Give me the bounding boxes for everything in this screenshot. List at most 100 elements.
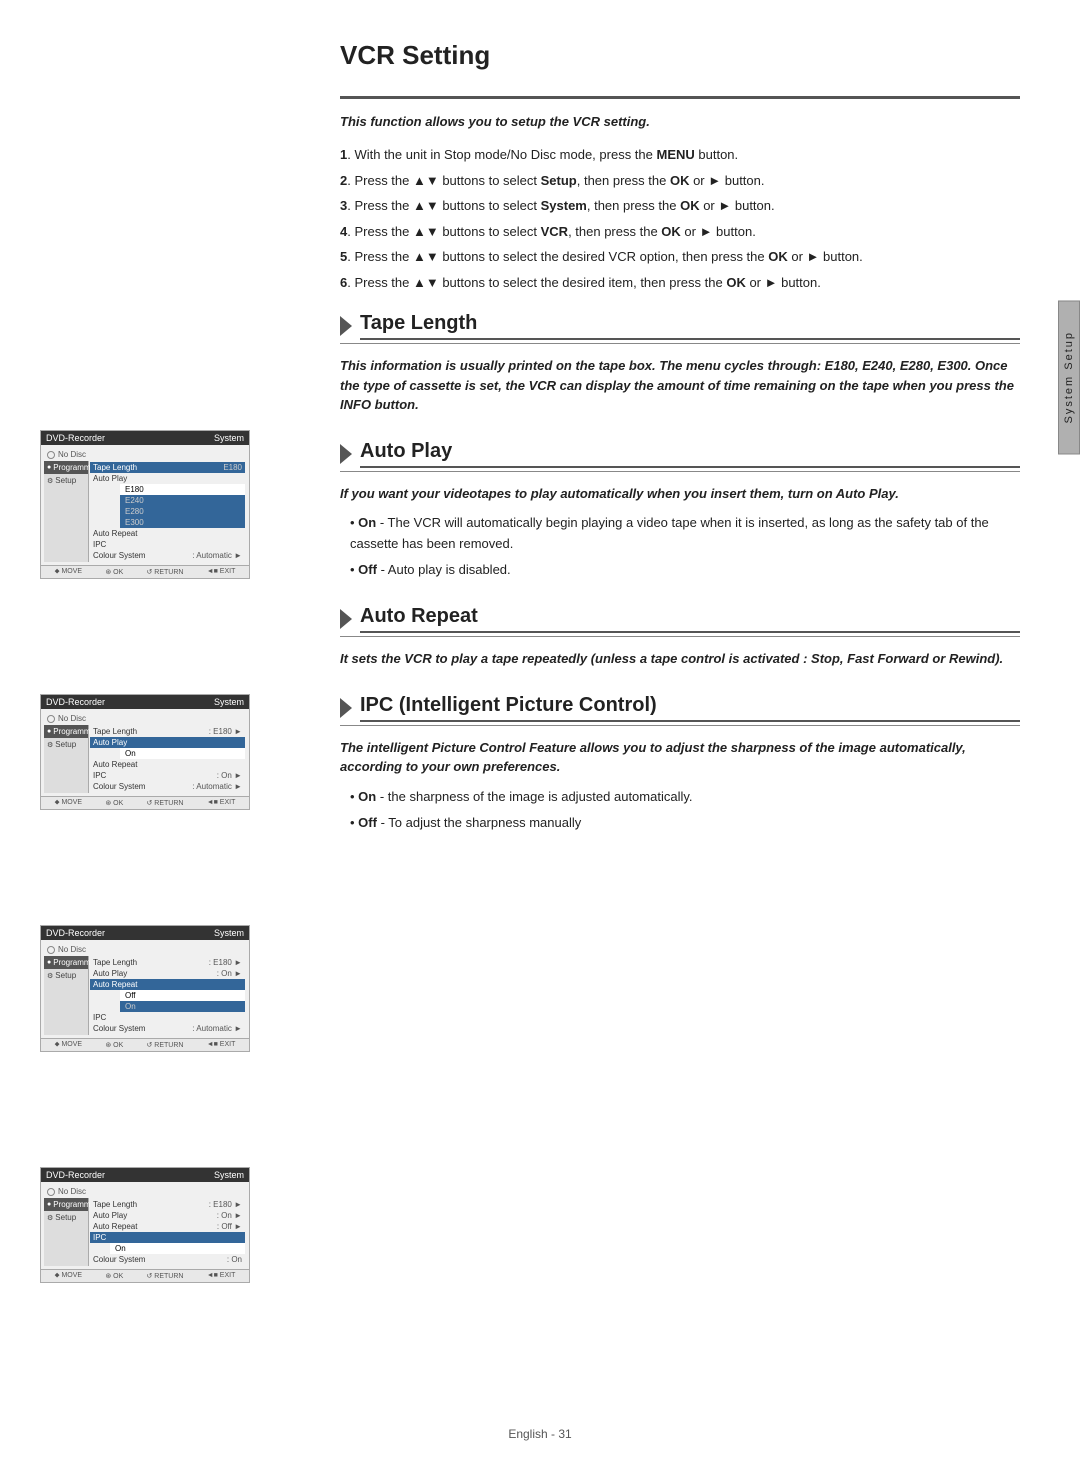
- sidebar-setup: ⚙ Setup: [44, 1211, 88, 1224]
- auto-repeat-section: Auto Repeat It sets the VCR to play a ta…: [340, 605, 1020, 669]
- row-auto-play: Auto Play : On ►: [90, 1210, 245, 1221]
- side-tab-label: System Setup: [1063, 331, 1075, 423]
- header-left: DVD-Recorder: [46, 433, 105, 443]
- menu-body: No Disc ● Programm ⚙ Setup: [41, 1182, 249, 1269]
- footer-move: ⬥ MOVE: [55, 568, 82, 576]
- sidebar-programme: ● Programm: [44, 956, 88, 969]
- disc-icon: [47, 1188, 55, 1196]
- setup-label: Setup: [55, 476, 76, 485]
- sidebar-setup: ⚙ Setup: [44, 474, 88, 487]
- disc-label: No Disc: [58, 450, 86, 459]
- right-column: VCR Setting This function allows you to …: [310, 0, 1080, 1461]
- menu-body: No Disc ● Programm ⚙ Setup: [41, 940, 249, 1038]
- footer-move: ⬥ MOVE: [55, 1041, 82, 1049]
- menu-footer: ⬥ MOVE ⊛ OK ↺ RETURN ◄■ EXIT: [41, 565, 249, 578]
- page-footer: English - 31: [0, 1427, 1080, 1441]
- menu-body: No Disc ● Programm ⚙ Setup: [41, 445, 249, 565]
- setup-label: Setup: [55, 740, 76, 749]
- step-6: 6. Press the ▲▼ buttons to select the de…: [340, 273, 1020, 293]
- menu-footer: ⬥ MOVE ⊛ OK ↺ RETURN ◄■ EXIT: [41, 1269, 249, 1282]
- left-column: DVD-Recorder System No Disc ● Programm: [0, 0, 310, 1461]
- menu-sidebar: ● Programm ⚙ Setup: [44, 461, 89, 562]
- tape-length-arrow: [340, 316, 352, 336]
- row-auto-play: Auto Play: [90, 737, 245, 748]
- sidebar-setup: ⚙ Setup: [44, 738, 88, 751]
- row-tape-length: Tape Length : E180 ►: [90, 957, 245, 968]
- menu-rows: ● Programm ⚙ Setup Tape Length : E180 ►: [44, 956, 246, 1035]
- disc-status: No Disc: [44, 448, 246, 461]
- title-rule: [340, 96, 1020, 99]
- disc-label: No Disc: [58, 945, 86, 954]
- footer-return: ↺ RETURN: [146, 568, 183, 576]
- sidebar-programme: ● Programm: [44, 461, 88, 474]
- footer-return: ↺ RETURN: [146, 1272, 183, 1280]
- footer-ok: ⊛ OK: [105, 1272, 123, 1280]
- disc-icon: [47, 451, 55, 459]
- footer-ok: ⊛ OK: [105, 568, 123, 576]
- steps-list: 1. With the unit in Stop mode/No Disc mo…: [340, 145, 1020, 292]
- auto-play-section: Auto Play If you want your videotapes to…: [340, 440, 1020, 581]
- step-4: 4. Press the ▲▼ buttons to select VCR, t…: [340, 222, 1020, 242]
- ipc-section: IPC (Intelligent Picture Control) The in…: [340, 694, 1020, 834]
- ipc-title: IPC (Intelligent Picture Control): [360, 694, 1020, 722]
- row-auto-play: Auto Play : On ►: [90, 968, 245, 979]
- menu-sidebar: ● Programm ⚙ Setup: [44, 1198, 89, 1266]
- programme-icon: ●: [47, 728, 51, 735]
- row-auto-repeat: Auto Repeat : Off ►: [90, 1221, 245, 1232]
- programme-label: Programm: [53, 463, 90, 472]
- menu-rows: ● Programm ⚙ Setup Tape Length E180: [44, 461, 246, 562]
- sidebar-programme: ● Programm: [44, 1198, 88, 1211]
- footer-exit: ◄■ EXIT: [207, 799, 236, 807]
- tape-length-section: Tape Length This information is usually …: [340, 312, 1020, 415]
- row-colour-system: Colour System : Automatic ►: [90, 550, 245, 561]
- auto-repeat-header: Auto Repeat: [340, 605, 1020, 637]
- header-right: System: [214, 928, 244, 938]
- tape-length-title: Tape Length: [360, 312, 1020, 340]
- row-colour-system: Colour System : Automatic ►: [90, 781, 245, 792]
- auto-repeat-menu: DVD-Recorder System No Disc ● Programm: [40, 925, 250, 1052]
- footer-move: ⬥ MOVE: [55, 799, 82, 807]
- ipc-intro: The intelligent Picture Control Feature …: [340, 738, 1020, 777]
- intro-text: This function allows you to setup the VC…: [340, 114, 1020, 129]
- ipc-off: • Off - To adjust the sharpness manually: [340, 813, 1020, 834]
- disc-status: No Disc: [44, 943, 246, 956]
- programme-icon: ●: [47, 959, 51, 966]
- programme-icon: ●: [47, 464, 51, 471]
- menu-content: Tape Length : E180 ► Auto Play : On ► Au…: [89, 1198, 246, 1266]
- footer-text: English - 31: [508, 1427, 571, 1441]
- tape-length-header: Tape Length: [340, 312, 1020, 344]
- ipc-content: • On - the sharpness of the image is adj…: [340, 787, 1020, 834]
- row-tape-length: Tape Length : E180 ►: [90, 726, 245, 737]
- footer-ok: ⊛ OK: [105, 1041, 123, 1049]
- tape-length-intro: This information is usually printed on t…: [340, 356, 1020, 415]
- row-colour-system: Colour System : On: [90, 1254, 245, 1265]
- auto-repeat-title: Auto Repeat: [360, 605, 1020, 633]
- tape-length-menu: DVD-Recorder System No Disc ● Programm: [40, 430, 250, 579]
- menu-content: Tape Length : E180 ► Auto Play On Auto R…: [89, 725, 246, 793]
- menu-content: Tape Length : E180 ► Auto Play : On ► Au…: [89, 956, 246, 1035]
- row-auto-repeat: Auto Repeat: [90, 528, 245, 539]
- auto-play-menu: DVD-Recorder System No Disc ● Programm: [40, 694, 250, 810]
- menu-footer: ⬥ MOVE ⊛ OK ↺ RETURN ◄■ EXIT: [41, 1038, 249, 1051]
- auto-play-header: Auto Play: [340, 440, 1020, 472]
- programme-label: Programm: [53, 958, 90, 967]
- menu-footer: ⬥ MOVE ⊛ OK ↺ RETURN ◄■ EXIT: [41, 796, 249, 809]
- menu-sidebar: ● Programm ⚙ Setup: [44, 725, 89, 793]
- row-tape-length: Tape Length E180: [90, 462, 245, 473]
- footer-exit: ◄■ EXIT: [207, 568, 236, 576]
- row-auto-repeat: Auto Repeat: [90, 759, 245, 770]
- row-ipc: IPC: [90, 1232, 245, 1243]
- page-title: VCR Setting: [340, 40, 1020, 76]
- row-auto-repeat: Auto Repeat: [90, 979, 245, 990]
- setup-icon: ⚙: [47, 972, 53, 980]
- ipc-arrow: [340, 698, 352, 718]
- menu-header: DVD-Recorder System: [41, 926, 249, 940]
- auto-repeat-intro: It sets the VCR to play a tape repeatedl…: [340, 649, 1020, 669]
- auto-play-off: • Off - Auto play is disabled.: [340, 560, 1020, 581]
- system-setup-tab: System Setup: [1058, 300, 1080, 454]
- header-right: System: [214, 433, 244, 443]
- disc-status: No Disc: [44, 1185, 246, 1198]
- row-ipc: IPC : On ►: [90, 770, 245, 781]
- step-1: 1. With the unit in Stop mode/No Disc mo…: [340, 145, 1020, 165]
- disc-icon: [47, 946, 55, 954]
